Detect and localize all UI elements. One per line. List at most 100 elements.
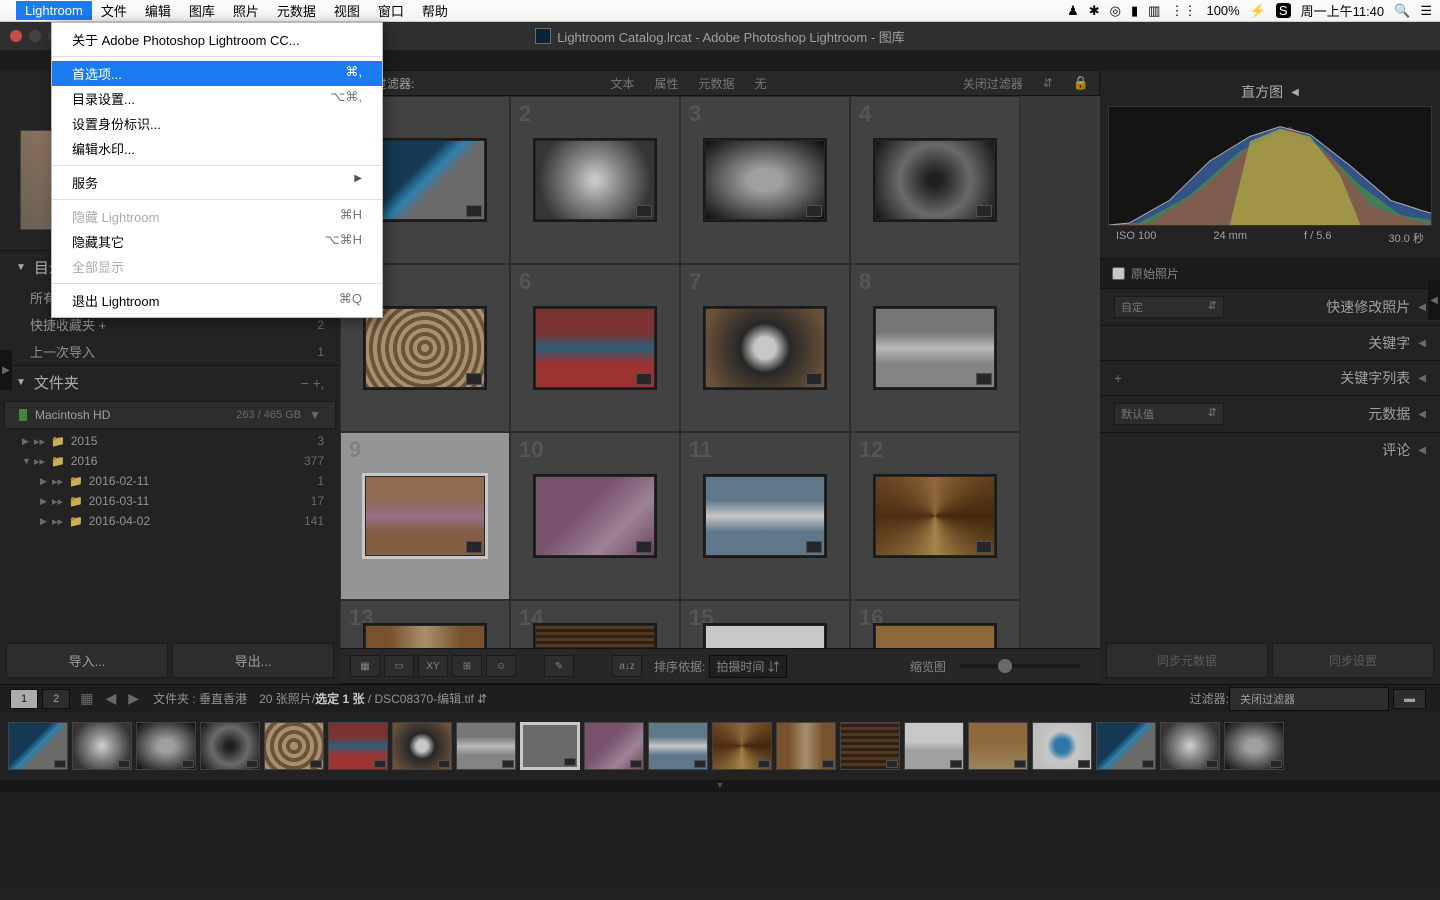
filmstrip-thumb[interactable] bbox=[200, 722, 260, 770]
original-photo-checkbox[interactable]: 原始照片 bbox=[1100, 258, 1440, 288]
filter-attribute[interactable]: 属性 bbox=[655, 75, 679, 92]
filter-metadata[interactable]: 元数据 bbox=[699, 75, 735, 92]
sort-direction-button[interactable]: a↓z bbox=[612, 655, 642, 677]
histogram-header[interactable]: 直方图◀ bbox=[1108, 78, 1432, 106]
grid-cell[interactable]: 9 bbox=[340, 432, 510, 600]
grid-cell[interactable]: 15 bbox=[680, 600, 850, 648]
right-edge-toggle[interactable]: ◀ bbox=[1428, 280, 1440, 320]
grid-cell[interactable]: 2 bbox=[510, 96, 680, 264]
filmstrip-thumb[interactable] bbox=[904, 722, 964, 770]
keyword-list-header[interactable]: +关键字列表◀ bbox=[1100, 360, 1440, 395]
menu-quit[interactable]: 退出 Lightroom⌘Q bbox=[52, 288, 382, 313]
tray-icon[interactable]: ✱ bbox=[1089, 3, 1100, 19]
folder-row[interactable]: ▶▸▸📁2016-04-02141 bbox=[0, 511, 340, 531]
filter-preset-select[interactable]: 关闭过滤器 bbox=[1229, 687, 1389, 711]
folders-panel-header[interactable]: ▼文件夹− +‚ bbox=[0, 365, 340, 399]
metadata-header[interactable]: 默认值⇵ 元数据◀ bbox=[1100, 395, 1440, 432]
sync-metadata-button[interactable]: 同步元数据 bbox=[1106, 643, 1268, 678]
spotlight-icon[interactable]: 🔍 bbox=[1394, 3, 1410, 19]
sort-select[interactable]: 拍摄时间 ⇵ bbox=[709, 655, 786, 678]
grid-cell[interactable]: 13 bbox=[340, 600, 510, 648]
filmstrip-thumb[interactable] bbox=[1224, 722, 1284, 770]
menu-lightroom[interactable]: Lightroom bbox=[16, 1, 92, 20]
import-button[interactable]: 导入... bbox=[6, 643, 168, 678]
filmstrip-thumb[interactable] bbox=[584, 722, 644, 770]
primary-display-button[interactable]: 1 bbox=[10, 689, 38, 709]
filmstrip-thumb[interactable] bbox=[648, 722, 708, 770]
filmstrip-thumb[interactable] bbox=[776, 722, 836, 770]
back-icon[interactable]: ◀ bbox=[105, 690, 116, 707]
filmstrip-thumb[interactable] bbox=[520, 722, 580, 770]
bookmark-icon[interactable]: ▮ bbox=[1131, 3, 1138, 19]
grid-cell[interactable]: 8 bbox=[850, 264, 1020, 432]
menu-preferences[interactable]: 首选项...⌘, bbox=[52, 61, 382, 86]
grid-cell[interactable]: 3 bbox=[680, 96, 850, 264]
menu-library[interactable]: 图库 bbox=[180, 0, 224, 22]
menu-view[interactable]: 视图 bbox=[325, 0, 369, 22]
menu-about[interactable]: 关于 Adobe Photoshop Lightroom CC... bbox=[52, 27, 382, 52]
filmstrip-thumb[interactable] bbox=[72, 722, 132, 770]
menu-services[interactable]: 服务▶ bbox=[52, 170, 382, 195]
compare-view-button[interactable]: XY bbox=[418, 655, 448, 677]
filmstrip[interactable] bbox=[0, 712, 1440, 780]
tray-icon[interactable]: ♟ bbox=[1067, 3, 1079, 19]
menu-photo[interactable]: 照片 bbox=[224, 0, 268, 22]
filmstrip-thumb[interactable] bbox=[392, 722, 452, 770]
filter-toggle[interactable]: ▬ bbox=[1393, 689, 1426, 709]
grid-cell[interactable]: 12 bbox=[850, 432, 1020, 600]
filmstrip-thumb[interactable] bbox=[264, 722, 324, 770]
metadata-preset-select[interactable]: 默认值⇵ bbox=[1114, 403, 1224, 425]
filmstrip-thumb[interactable] bbox=[328, 722, 388, 770]
menu-catalog-settings[interactable]: 目录设置...⌥⌘, bbox=[52, 86, 382, 111]
painter-button[interactable]: ✎ bbox=[544, 655, 574, 677]
menu-watermark[interactable]: 编辑水印... bbox=[52, 136, 382, 161]
grid-cell[interactable]: 14 bbox=[510, 600, 680, 648]
secondary-display-button[interactable]: 2 bbox=[42, 689, 70, 709]
menu-window[interactable]: 窗口 bbox=[369, 0, 413, 22]
grid-cell[interactable]: 6 bbox=[510, 264, 680, 432]
survey-view-button[interactable]: ⊞ bbox=[452, 655, 482, 677]
wifi-icon[interactable]: ⋮⋮ bbox=[1170, 3, 1196, 19]
clock[interactable]: 周一上午11:40 bbox=[1301, 1, 1385, 20]
folder-row[interactable]: ▶▸▸📁20153 bbox=[0, 431, 340, 451]
volume-row[interactable]: Macintosh HD263 / 465 GB▼ bbox=[4, 401, 336, 429]
menu-help[interactable]: 帮助 bbox=[413, 0, 457, 22]
filmstrip-thumb[interactable] bbox=[840, 722, 900, 770]
filmstrip-thumb[interactable] bbox=[1096, 722, 1156, 770]
filmstrip-thumb[interactable] bbox=[8, 722, 68, 770]
menu-metadata[interactable]: 元数据 bbox=[268, 0, 325, 22]
left-edge-toggle[interactable]: ▶ bbox=[0, 350, 12, 390]
grid-cell[interactable]: 4 bbox=[850, 96, 1020, 264]
grid-icon[interactable]: ▦ bbox=[80, 690, 93, 707]
people-view-button[interactable]: ☺ bbox=[486, 655, 516, 677]
cc-icon[interactable]: ◎ bbox=[1110, 3, 1121, 19]
menu-identity[interactable]: 设置身份标识... bbox=[52, 111, 382, 136]
lock-icon[interactable]: 🔒 bbox=[1073, 75, 1089, 91]
forward-icon[interactable]: ▶ bbox=[128, 690, 139, 707]
folder-row[interactable]: ▼▸▸📁2016377 bbox=[0, 451, 340, 471]
grid-cell[interactable]: 16 bbox=[850, 600, 1020, 648]
menu-edit[interactable]: 编辑 bbox=[136, 0, 180, 22]
filmstrip-thumb[interactable] bbox=[712, 722, 772, 770]
menu-icon[interactable]: ☰ bbox=[1420, 3, 1432, 19]
filter-text[interactable]: 文本 bbox=[611, 75, 635, 92]
filmstrip-thumb[interactable] bbox=[456, 722, 516, 770]
menu-file[interactable]: 文件 bbox=[92, 0, 136, 22]
quick-develop-header[interactable]: 自定⇵ 快速修改照片◀ bbox=[1100, 288, 1440, 325]
folder-row[interactable]: ▶▸▸📁2016-03-1117 bbox=[0, 491, 340, 511]
filmstrip-thumb[interactable] bbox=[1032, 722, 1092, 770]
grid-cell[interactable]: 10 bbox=[510, 432, 680, 600]
grid-cell[interactable]: 11 bbox=[680, 432, 850, 600]
ime-icon[interactable]: S bbox=[1276, 3, 1291, 18]
export-button[interactable]: 导出... bbox=[172, 643, 334, 678]
comments-header[interactable]: 评论◀ bbox=[1100, 432, 1440, 467]
filmstrip-thumb[interactable] bbox=[136, 722, 196, 770]
filter-close[interactable]: 关闭过滤器 bbox=[963, 75, 1023, 92]
loupe-view-button[interactable]: ▭ bbox=[384, 655, 414, 677]
sync-settings-button[interactable]: 同步设置 bbox=[1272, 643, 1434, 678]
battery-icon[interactable]: ▥ bbox=[1148, 3, 1160, 19]
keywording-header[interactable]: 关键字◀ bbox=[1100, 325, 1440, 360]
dropdown-icon[interactable]: ⇵ bbox=[1043, 76, 1053, 90]
grid-cell[interactable]: 7 bbox=[680, 264, 850, 432]
menu-hide-others[interactable]: 隐藏其它⌥⌘H bbox=[52, 229, 382, 254]
